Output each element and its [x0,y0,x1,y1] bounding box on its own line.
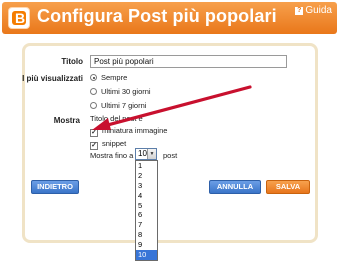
dialog-window: B Configura Post più popolari ? Guida Tit… [0,0,339,267]
annotation-arrow-icon [92,85,252,130]
